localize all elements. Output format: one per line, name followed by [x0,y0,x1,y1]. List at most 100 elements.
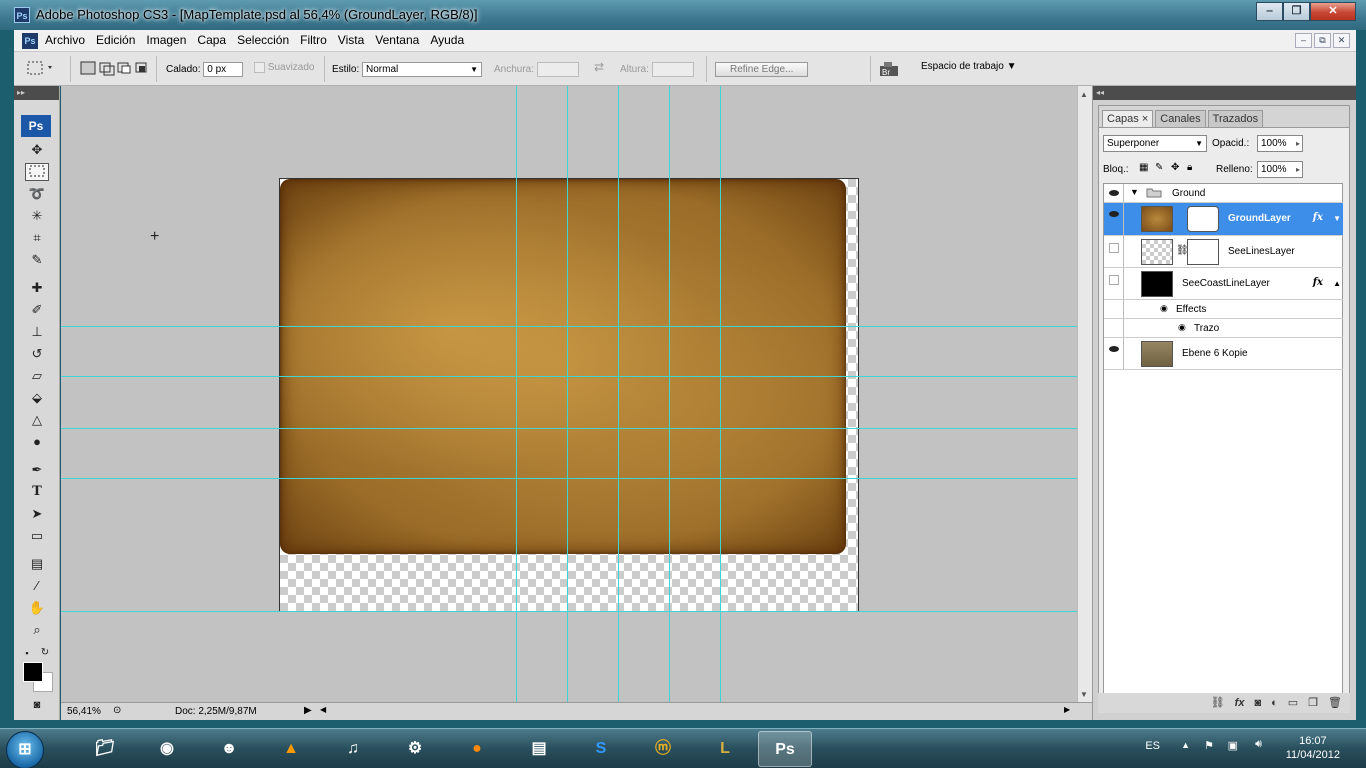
lock-all-icon[interactable]: 🔒︎ [1187,162,1192,173]
layer-group-ground[interactable]: ▼ Ground [1104,184,1343,203]
layer-ebene-6-kopie[interactable]: Ebene 6 Kopie [1104,338,1343,370]
scroll-right-icon[interactable]: ▶ [1064,705,1070,714]
swap-icon[interactable]: ⇄ [594,60,604,74]
tab-trazados[interactable]: Trazados [1207,110,1264,127]
status-options-icon[interactable]: ⊙ [113,705,121,716]
crop-tool-icon[interactable]: ⌗ [25,229,49,247]
scroll-left-icon[interactable]: ◀ [320,705,326,714]
layer-mask-thumbnail[interactable] [1187,206,1219,232]
canvas-area[interactable]: + [61,86,1077,702]
lock-transparency-icon[interactable]: ▦ [1139,162,1148,173]
guide-horizontal[interactable] [61,611,1077,612]
add-style-icon[interactable]: fx [1235,693,1245,713]
close-button[interactable]: ✕ [1310,2,1356,21]
visibility-eye-icon[interactable] [1104,268,1124,299]
effects-collapse-icon[interactable]: ▲ [1333,279,1341,288]
caret-right-icon[interactable]: ▸ [1296,162,1300,177]
guide-horizontal[interactable] [61,428,1077,429]
lasso-tool-icon[interactable]: ➰ [25,185,49,203]
adjustment-layer-icon[interactable]: ◐ [1271,693,1278,713]
effect-visibility-eye-icon[interactable]: ◉ [1160,303,1168,314]
scroll-up-icon[interactable]: ▲ [1080,90,1088,99]
guide-vertical[interactable] [720,86,721,702]
swap-colors-icon[interactable]: ↻ [38,644,52,662]
tab-capas[interactable]: Capas × [1102,110,1154,127]
menu-edicion[interactable]: Edición [96,33,135,47]
layer-groundlayer[interactable]: GroundLayer fx ▼ [1104,203,1343,236]
show-hidden-icons-icon[interactable]: ▲ [1181,740,1190,750]
menu-imagen[interactable]: Imagen [146,33,186,47]
itunes-icon[interactable]: ♫ [326,731,380,767]
history-brush-tool-icon[interactable]: ↺ [25,345,49,363]
clock[interactable]: 16:07 11/04/2012 [1286,734,1340,762]
scroll-down-icon[interactable]: ▼ [1080,690,1088,699]
guide-vertical[interactable] [669,86,670,702]
blur-tool-icon[interactable]: △ [25,411,49,429]
guide-horizontal[interactable] [61,376,1077,377]
layer-seelineslayer[interactable]: ⛓ SeeLinesLayer [1104,236,1343,268]
document-canvas[interactable] [279,178,859,612]
default-colors-icon[interactable]: ▪ [20,644,34,662]
document-menu-icon[interactable]: Ps [22,33,38,49]
new-layer-icon[interactable]: ❐ [1308,693,1318,713]
vertical-scrollbar[interactable]: ▲ ▼ [1077,86,1092,702]
hand-tool-icon[interactable]: ✋ [25,599,49,617]
doc-close-button[interactable]: ✕ [1333,33,1350,48]
pen-tool-icon[interactable]: ✒ [25,461,49,479]
delete-layer-icon[interactable]: 🗑︎ [1328,693,1342,713]
healing-tool-icon[interactable]: ✚ [25,279,49,297]
zoom-level[interactable]: 56,41% [67,706,101,717]
selection-mode-icons[interactable] [80,60,150,79]
link-layers-icon[interactable]: ⛓ [1211,693,1225,713]
refine-edge-button[interactable]: Refine Edge... [715,62,809,77]
layer-effects-row[interactable]: ◉ Effects [1104,300,1343,319]
fill-input[interactable]: 100% ▸ [1257,161,1303,178]
height-input[interactable] [651,62,694,77]
menu-ayuda[interactable]: Ayuda [430,33,464,47]
minimize-button[interactable]: ‒ [1256,2,1283,21]
firefox-icon[interactable]: ● [450,731,504,767]
fx-icon[interactable]: fx [1313,212,1323,223]
volume-icon[interactable]: 🔊︎ [1255,738,1262,751]
notes-tool-icon[interactable]: ▤ [25,555,49,573]
toolbox-collapse-strip[interactable]: ▸▸ [14,86,59,100]
notepad-icon[interactable]: ▤ [512,731,566,767]
menu-archivo[interactable]: Archivo [45,33,85,47]
path-select-tool-icon[interactable]: ➤ [25,505,49,523]
language-indicator[interactable]: ES [1145,740,1160,752]
layer-seecoastlinelayer[interactable]: SeeCoastLineLayer fx ▲ [1104,268,1343,300]
network-icon[interactable]: ▣ [1228,739,1238,752]
skype-icon[interactable]: S [574,731,628,767]
game-icon[interactable]: ⓜ [636,731,690,767]
eyedropper-tool-icon[interactable]: ⁄ [25,577,49,595]
doc-minimize-button[interactable]: – [1295,33,1312,48]
eraser-tool-icon[interactable]: ▱ [25,367,49,385]
marquee-tool-icon[interactable] [25,163,49,181]
effect-visibility-eye-icon[interactable]: ◉ [1178,322,1186,333]
brush-tool-icon[interactable]: ✐ [25,301,49,319]
disclosure-triangle-icon[interactable]: ▼ [1130,187,1139,197]
dodge-tool-icon[interactable]: ● [25,433,49,451]
steam-icon[interactable]: ⚙ [388,731,442,767]
shape-tool-icon[interactable]: ▭ [25,527,49,545]
caret-right-icon[interactable]: ▸ [1296,136,1300,151]
paint-bucket-tool-icon[interactable]: ⬙ [25,389,49,407]
lock-position-icon[interactable]: ✥ [1171,162,1179,173]
chrome-icon[interactable]: ◉ [140,731,194,767]
slice-tool-icon[interactable]: ✎ [25,251,49,269]
menu-vista[interactable]: Vista [338,33,364,47]
close-tab-icon[interactable]: × [1142,113,1148,125]
status-menu-arrow-icon[interactable]: ▶ [304,705,312,716]
vlc-icon[interactable]: ▲ [264,731,318,767]
quick-mask-icon[interactable]: ◙ [25,696,49,714]
layer-mask-thumbnail[interactable] [1187,239,1219,265]
guide-horizontal[interactable] [61,326,1077,327]
maximize-button[interactable]: ❐ [1283,2,1310,21]
width-input[interactable] [536,62,579,77]
tab-canales[interactable]: Canales [1155,110,1206,127]
lock-pixels-icon[interactable]: ✎ [1155,162,1163,173]
visibility-eye-icon[interactable] [1104,203,1124,235]
feather-input[interactable]: 0 px [203,62,244,77]
new-group-icon[interactable]: ▭ [1288,693,1298,713]
menu-seleccion[interactable]: Selección [237,33,289,47]
